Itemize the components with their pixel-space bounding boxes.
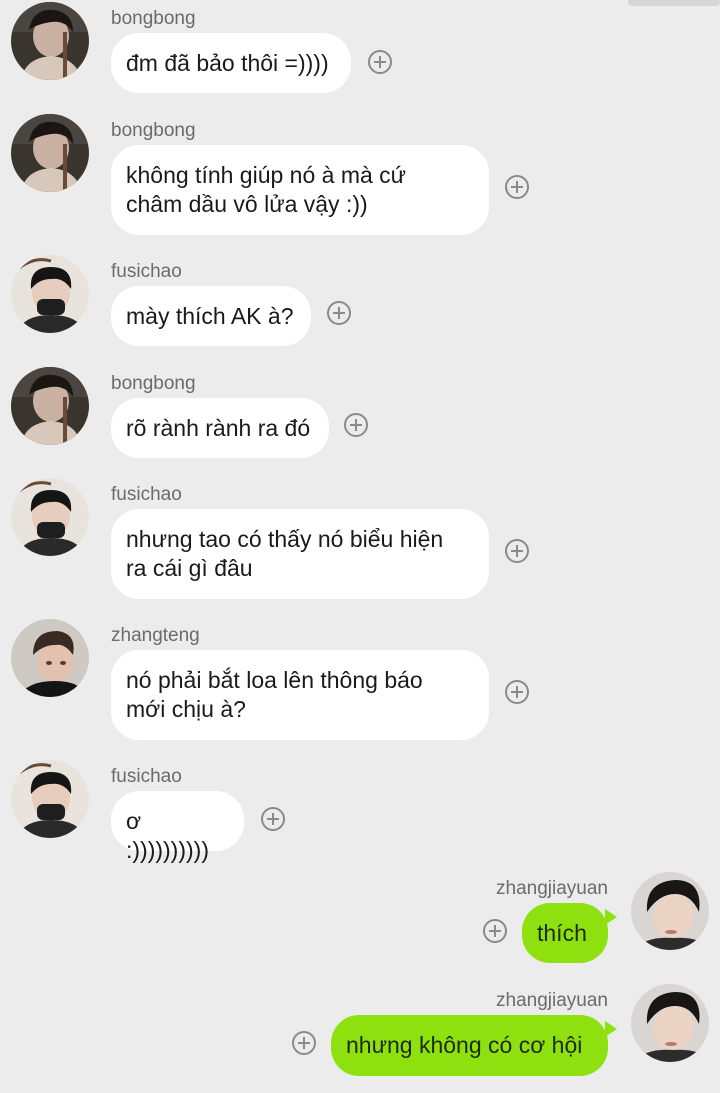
avatar-fusichao[interactable] [11, 255, 89, 333]
plus-circle-icon[interactable] [505, 539, 529, 563]
plus-circle-icon[interactable] [505, 175, 529, 199]
sender-name: zhangjiayuan [496, 878, 608, 899]
message-bubble[interactable]: đm đã bảo thôi =)))) [111, 33, 351, 93]
message-bubble[interactable]: nhưng tao có thấy nó biểu hiện ra cái gì… [111, 509, 489, 599]
sender-name: fusichao [111, 261, 182, 282]
plus-circle-icon[interactable] [483, 919, 507, 943]
sender-name: bongbong [111, 120, 196, 141]
message-row: bongbong đm đã bảo thôi =)))) [0, 2, 720, 93]
message-line: ra cái gì đâu [126, 555, 253, 581]
plus-circle-icon[interactable] [368, 50, 392, 74]
message-bubble[interactable]: ơ :)))))))))) [111, 791, 244, 863]
sender-name: fusichao [111, 484, 182, 505]
message-line: châm dầu vô lửa vậy :)) [126, 191, 368, 217]
message-bubble[interactable]: mày thích AK à? [111, 286, 311, 346]
message-bubble[interactable]: không tính giúp nó à mà cứ châm dầu vô l… [111, 145, 489, 235]
plus-circle-icon[interactable] [292, 1031, 316, 1055]
message-line: nhưng tao có thấy nó biểu hiện [126, 526, 444, 552]
avatar-zhangjiayuan[interactable] [631, 872, 709, 950]
message-row: bongbong không tính giúp nó à mà cứ châm… [0, 114, 720, 235]
message-bubble[interactable]: nhưng không có cơ hội [331, 1015, 617, 1076]
avatar-zhangjiayuan[interactable] [631, 984, 709, 1062]
message-row: fusichao ơ :)))))))))) [0, 760, 720, 863]
avatar-bongbong[interactable] [11, 2, 89, 80]
message-bubble[interactable]: thích [522, 903, 617, 963]
avatar-fusichao[interactable] [11, 760, 89, 838]
message-row: fusichao mày thích AK à? [0, 255, 720, 346]
sender-name: bongbong [111, 373, 196, 394]
avatar-bongbong[interactable] [11, 114, 89, 192]
message-row: bongbong rõ rành rành ra đó [0, 367, 720, 458]
avatar-fusichao[interactable] [11, 478, 89, 556]
avatar-zhangteng[interactable] [11, 619, 89, 697]
message-row: zhangjiayuan nhưng không có cơ hội [0, 984, 720, 1076]
message-bubble[interactable]: nó phải bắt loa lên thông báo mới chịu à… [111, 650, 489, 740]
plus-circle-icon[interactable] [344, 413, 368, 437]
sender-name: fusichao [111, 766, 182, 787]
sender-name: bongbong [111, 8, 196, 29]
message-row: zhangjiayuan thích [0, 872, 720, 964]
avatar-bongbong[interactable] [11, 367, 89, 445]
message-bubble[interactable]: rõ rành rành ra đó [111, 398, 329, 458]
plus-circle-icon[interactable] [327, 301, 351, 325]
message-line: mới chịu à? [126, 696, 246, 722]
sender-name: zhangteng [111, 625, 200, 646]
message-row: zhangteng nó phải bắt loa lên thông báo … [0, 619, 720, 740]
plus-circle-icon[interactable] [261, 807, 285, 831]
plus-circle-icon[interactable] [505, 680, 529, 704]
message-line: nó phải bắt loa lên thông báo [126, 667, 423, 693]
message-line: không tính giúp nó à mà cứ [126, 162, 407, 188]
message-row: fusichao nhưng tao có thấy nó biểu hiện … [0, 478, 720, 599]
sender-name: zhangjiayuan [496, 990, 608, 1011]
